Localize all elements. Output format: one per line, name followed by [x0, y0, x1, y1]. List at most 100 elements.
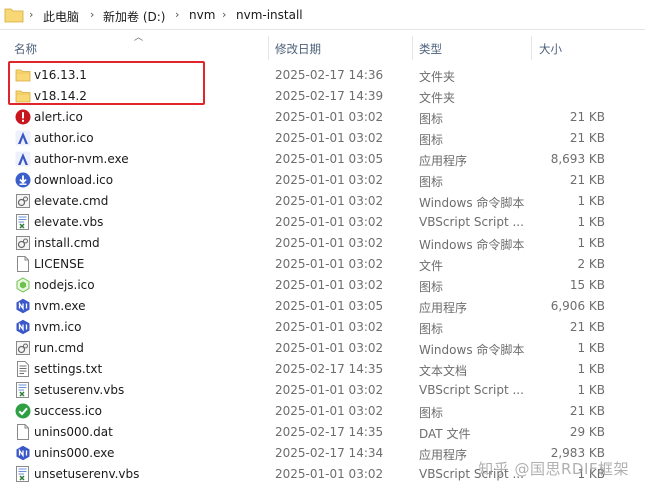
file-row[interactable]: nvm.ico 2025-01-01 03:02 图标 21 KB: [0, 317, 645, 338]
author-icon: [15, 130, 31, 146]
column-name-header[interactable]: 名称: [14, 41, 37, 57]
column-divider[interactable]: [531, 36, 532, 60]
file-row[interactable]: install.cmd 2025-01-01 03:02 Windows 命令脚本 1…: [0, 233, 645, 254]
chevron-right-icon: ›: [90, 8, 95, 21]
file-name: author.ico: [34, 131, 94, 145]
file-name: unins000.dat: [34, 425, 113, 439]
file-size: 21 KB: [569, 131, 605, 145]
file-date: 2025-02-17 14:39: [275, 89, 384, 103]
file-type: 应用程序: [419, 301, 468, 315]
file-size: 1 KB: [577, 362, 605, 376]
column-divider[interactable]: [412, 36, 413, 60]
highlight-box: [8, 61, 205, 105]
file-row[interactable]: run.cmd 2025-01-01 03:02 Windows 命令脚本 1 KB: [0, 338, 645, 359]
file-type: Windows 命令脚本: [419, 343, 525, 357]
column-size-header[interactable]: 大小: [539, 41, 562, 57]
file-row[interactable]: LICENSE 2025-01-01 03:02 文件 2 KB: [0, 254, 645, 275]
address-bar[interactable]: › 此电脑 › 新加卷 (D:) › nvm › nvm-install: [0, 0, 645, 30]
file-name: elevate.vbs: [34, 215, 104, 229]
file-type: 图标: [419, 175, 444, 189]
file-type: 应用程序: [419, 154, 468, 168]
vbs-script-icon: [15, 382, 31, 398]
file-icon: [15, 424, 31, 440]
breadcrumb-item[interactable]: nvm-install: [236, 8, 303, 22]
file-size: 21 KB: [569, 173, 605, 187]
file-type: Windows 命令脚本: [419, 196, 525, 210]
column-divider[interactable]: [268, 36, 269, 60]
file-date: 2025-01-01 03:02: [275, 278, 384, 292]
file-icon: [15, 256, 31, 272]
file-date: 2025-01-01 03:02: [275, 236, 384, 250]
alert-icon: [15, 109, 31, 125]
file-size: 1 KB: [577, 383, 605, 397]
file-name: elevate.cmd: [34, 194, 109, 208]
file-date: 2025-02-17 14:35: [275, 362, 384, 376]
file-date: 2025-02-17 14:36: [275, 68, 384, 82]
file-name: download.ico: [34, 173, 114, 187]
file-row[interactable]: nodejs.ico 2025-01-01 03:02 图标 15 KB: [0, 275, 645, 296]
file-row[interactable]: alert.ico 2025-01-01 03:02 图标 21 KB: [0, 107, 645, 128]
cmd-script-icon: [15, 235, 31, 251]
file-name: setuserenv.vbs: [34, 383, 125, 397]
file-size: 15 KB: [569, 278, 605, 292]
file-row[interactable]: unins000.dat 2025-02-17 14:35 DAT 文件 29 KB: [0, 422, 645, 443]
watermark: 知乎 @国思RDIF框架: [478, 460, 629, 478]
cmd-script-icon: [15, 193, 31, 209]
breadcrumb-item[interactable]: 此电脑: [43, 8, 79, 25]
file-size: 8,693 KB: [550, 152, 605, 166]
author-icon: [15, 151, 31, 167]
file-name: success.ico: [34, 404, 103, 418]
file-date: 2025-01-01 03:02: [275, 320, 384, 334]
file-row[interactable]: elevate.vbs 2025-01-01 03:02 VBScript Scri…: [0, 212, 645, 233]
file-row[interactable]: success.ico 2025-01-01 03:02 图标 21 KB: [0, 401, 645, 422]
file-name: unins000.exe: [34, 446, 115, 460]
vbs-script-icon: [15, 466, 31, 482]
download-icon: [15, 172, 31, 188]
nvm-icon: [15, 319, 31, 335]
folder-icon: [4, 8, 24, 23]
column-date-header[interactable]: 修改日期: [275, 41, 321, 57]
success-icon: [15, 403, 31, 419]
breadcrumb-item[interactable]: nvm: [189, 8, 215, 22]
file-row[interactable]: author.ico 2025-01-01 03:02 图标 21 KB: [0, 128, 645, 149]
file-name: alert.ico: [34, 110, 83, 124]
file-row[interactable]: setuserenv.vbs 2025-01-01 03:02 VBScript S…: [0, 380, 645, 401]
file-date: 2025-01-01 03:02: [275, 110, 384, 124]
column-type-header[interactable]: 类型: [419, 41, 442, 57]
chevron-right-icon: ›: [29, 8, 34, 21]
file-date: 2025-01-01 03:05: [275, 152, 384, 166]
file-row[interactable]: elevate.cmd 2025-01-01 03:02 Windows 命令脚本 1…: [0, 191, 645, 212]
file-row[interactable]: nvm.exe 2025-01-01 03:05 应用程序 6,906 KB: [0, 296, 645, 317]
file-row[interactable]: download.ico 2025-01-01 03:02 图标 21 KB: [0, 170, 645, 191]
file-name: LICENSE: [34, 257, 85, 271]
file-date: 2025-01-01 03:02: [275, 383, 384, 397]
file-type: 文本文档: [419, 364, 468, 378]
file-date: 2025-01-01 03:02: [275, 215, 384, 229]
file-name: nvm.ico: [34, 320, 82, 334]
file-size: 21 KB: [569, 110, 605, 124]
file-name: nodejs.ico: [34, 278, 95, 292]
vbs-script-icon: [15, 214, 31, 230]
file-size: 6,906 KB: [550, 299, 605, 313]
text-file-icon: [15, 361, 31, 377]
file-type: 图标: [419, 322, 444, 336]
file-type: 文件: [419, 259, 444, 273]
breadcrumb-item[interactable]: 新加卷 (D:): [103, 8, 165, 25]
file-row[interactable]: settings.txt 2025-02-17 14:35 文本文档 1 KB: [0, 359, 645, 380]
file-type: VBScript Script ...: [419, 215, 524, 229]
file-name: run.cmd: [34, 341, 84, 355]
file-row[interactable]: author-nvm.exe 2025-01-01 03:05 应用程序 8,693 …: [0, 149, 645, 170]
file-name: author-nvm.exe: [34, 152, 129, 166]
file-date: 2025-01-01 03:02: [275, 341, 384, 355]
file-type: 图标: [419, 112, 444, 126]
file-size: 1 KB: [577, 194, 605, 208]
file-type: 应用程序: [419, 448, 468, 462]
file-name: unsetuserenv.vbs: [34, 467, 140, 481]
file-size: 1 KB: [577, 215, 605, 229]
file-date: 2025-02-17 14:34: [275, 446, 384, 460]
file-size: 21 KB: [569, 404, 605, 418]
nvm-icon: [15, 298, 31, 314]
file-type: DAT 文件: [419, 427, 471, 441]
file-size: 21 KB: [569, 320, 605, 334]
file-type: 文件夹: [419, 91, 456, 105]
